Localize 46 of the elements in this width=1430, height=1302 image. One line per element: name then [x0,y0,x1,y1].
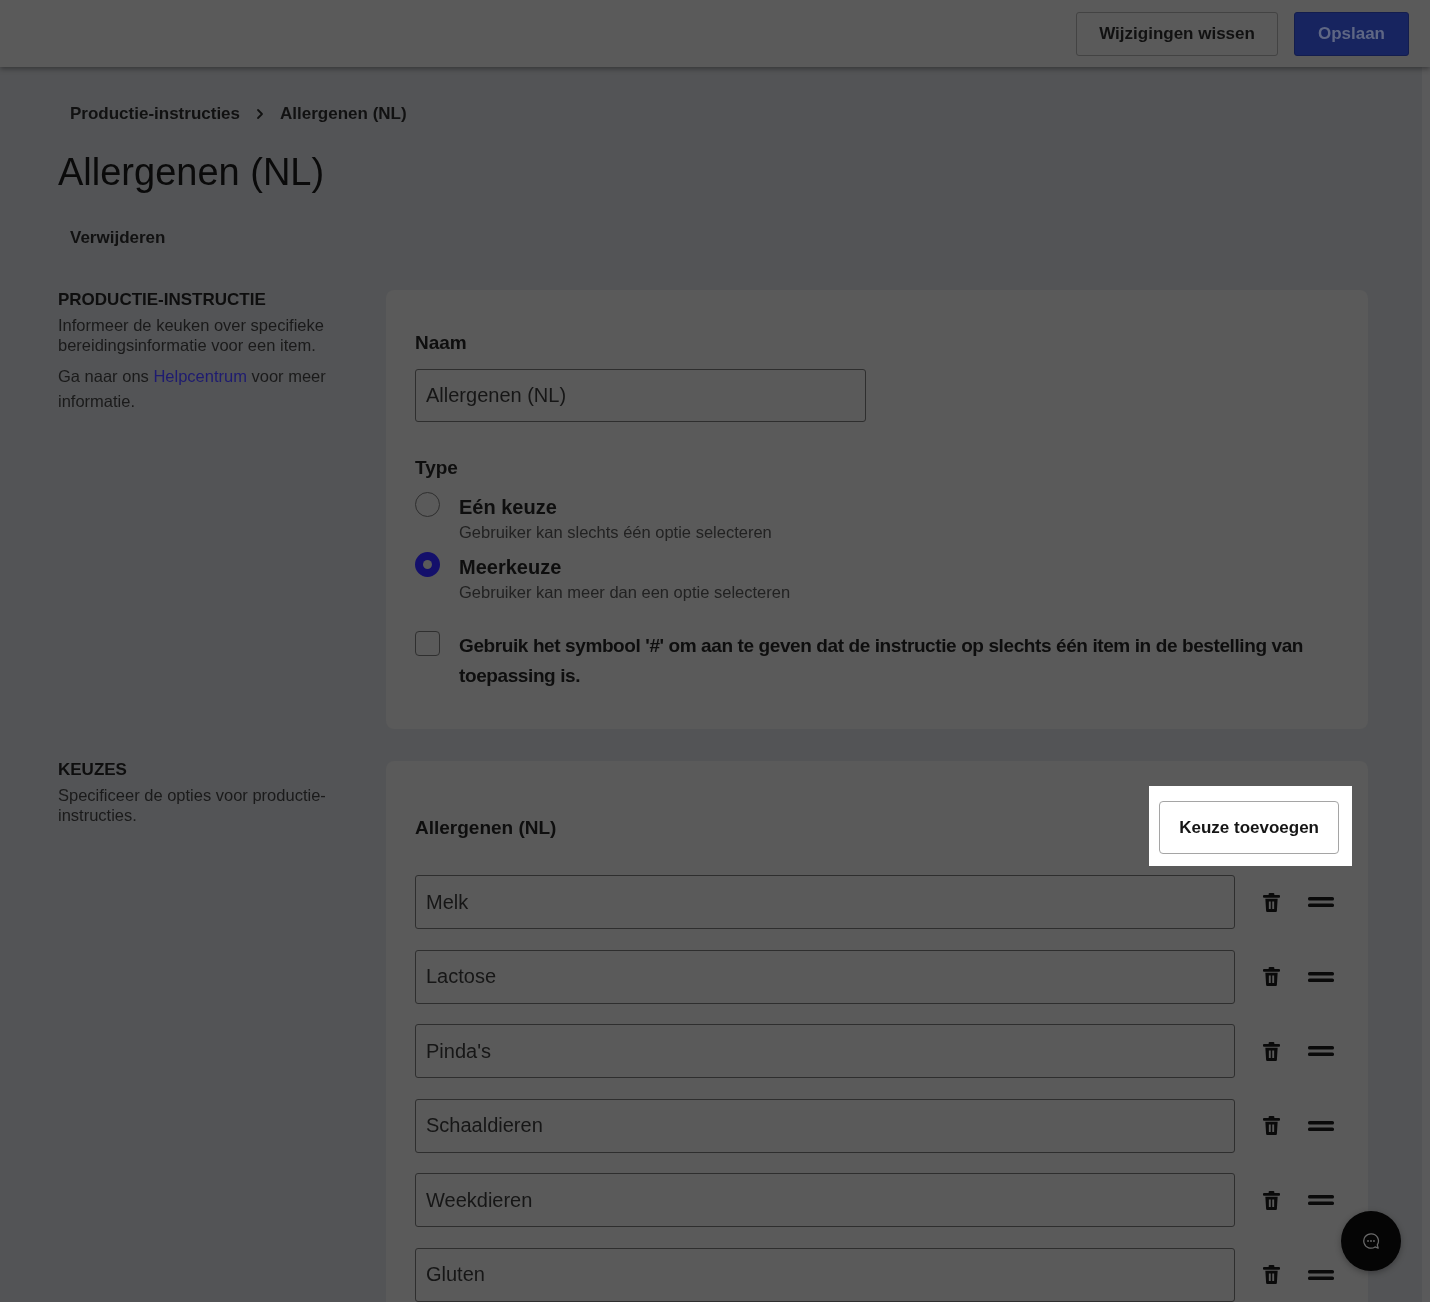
trash-icon [1262,1116,1280,1135]
section-description: Specificeer de opties voor productie-instructies. [58,785,327,825]
option-description: Gebruiker kan meer dan een optie selecteren [459,582,791,602]
breadcrumb-link[interactable]: Productie-instructies [58,102,253,126]
drag-handle-icon [1308,897,1334,907]
delete-button[interactable]: Verwijderen [58,220,178,256]
page-title: Allergenen (NL) [58,150,326,195]
list-title: Allergenen (NL) [415,815,557,840]
field-label: Naam [415,331,468,355]
choice-input[interactable]: Weekdieren [415,1173,1235,1227]
radio-button[interactable] [415,492,440,517]
trash-icon [1262,1265,1280,1284]
choice-input[interactable]: Pinda's [415,1024,1235,1078]
add-choice-button[interactable]: Keuze toevoegen [1159,801,1339,854]
trash-icon [1262,1041,1280,1061]
trash-icon [1262,967,1280,986]
drag-handle-icon [1308,1269,1334,1280]
section-heading: PRODUCTIE-INSTRUCTIE [58,290,267,310]
option-label: Eén keuze [459,495,558,519]
choice-input[interactable]: Melk [415,875,1235,929]
chat-icon [1362,1232,1380,1250]
field-label: Type [415,456,459,480]
section-description: Informeer de keuken over specifieke bereidingsinformatie voor een item. [58,315,325,355]
checkbox-label: Gebruik het symbool '#' om aan te geven dat de instructie op slechts één item in de bestelling van toepassing is. [459,634,1305,688]
help-text: Ga naar ons Helpcentrum voor meer informatie. [58,366,327,412]
option-label: Meerkeuze [459,555,563,579]
drag-handle-icon [1308,1195,1334,1205]
name-input[interactable]: Allergenen (NL) [415,369,866,422]
drag-handle-icon [1308,971,1334,982]
trash-icon [1262,1190,1280,1210]
chat-button[interactable] [1341,1211,1401,1271]
primary-button[interactable]: Opslaan [1293,11,1409,56]
radio-button[interactable] [415,552,440,577]
help-center-link[interactable]: Helpcentrum [153,367,247,385]
drag-handle-icon [1308,1046,1334,1056]
drag-handle-icon [1308,1120,1334,1131]
trash-icon [1262,892,1280,912]
choice-input[interactable]: Gluten [415,1247,1235,1302]
choice-input[interactable]: Schaaldieren [415,1098,1235,1153]
choice-input[interactable]: Lactose [415,949,1235,1004]
section-heading: KEUZES [58,760,128,780]
secondary-button[interactable]: Wijzigingen wissen [1076,11,1278,56]
checkbox[interactable] [415,631,440,656]
chevron-right-icon [256,108,265,120]
breadcrumb-link[interactable]: Allergenen (NL) [268,102,419,126]
option-description: Gebruiker kan slechts één optie selecteren [459,522,772,542]
